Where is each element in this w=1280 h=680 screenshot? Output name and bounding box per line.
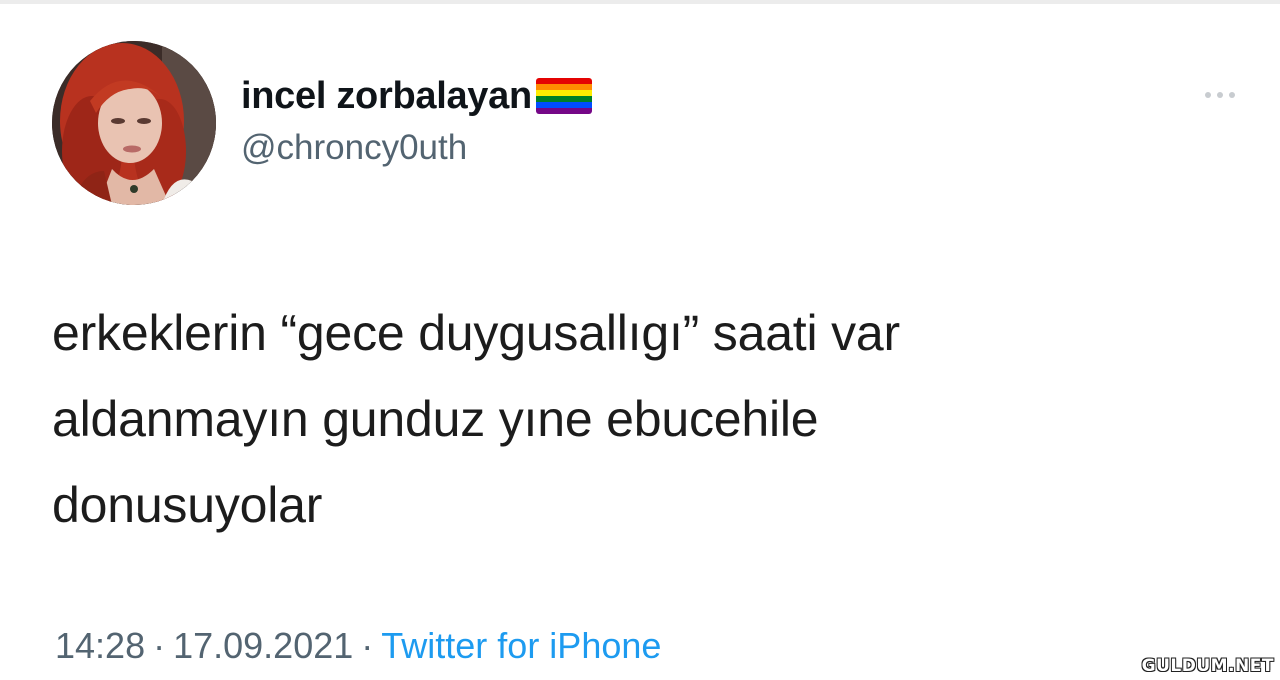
tweet-card: incel zorbalayan @chroncy0uth erkeklerin… [0, 0, 1280, 680]
tweet-text: erkeklerin “gece duygusallıgı” saati var… [52, 290, 1232, 548]
tweet-date[interactable]: 17.09.2021 [173, 625, 353, 666]
tweet-time[interactable]: 14:28 [55, 625, 145, 666]
author-handle[interactable]: @chroncy0uth [241, 128, 467, 168]
meta-separator: · [153, 625, 166, 666]
tweet-text-line: aldanmayın gunduz yıne ebucehile [52, 391, 819, 447]
avatar-image [52, 41, 216, 205]
more-options-icon [1205, 92, 1211, 98]
more-options-icon [1229, 92, 1235, 98]
author-name-row: incel zorbalayan [241, 71, 592, 121]
meta-separator: · [361, 625, 374, 666]
tweet-text-line: donusuyolar [52, 477, 323, 533]
rainbow-flag-icon [535, 78, 592, 114]
tweet-source-link[interactable]: Twitter for iPhone [381, 625, 661, 666]
tweet-text-line: erkeklerin “gece duygusallıgı” saati var [52, 305, 900, 361]
more-options-button[interactable] [1196, 84, 1244, 106]
watermark: GULDUM.NET [1141, 656, 1274, 676]
author-display-name[interactable]: incel zorbalayan [241, 75, 532, 118]
tweet-meta: 14:28 · 17.09.2021 · Twitter for iPhone [55, 625, 661, 667]
more-options-icon [1217, 92, 1223, 98]
avatar[interactable] [52, 41, 216, 205]
